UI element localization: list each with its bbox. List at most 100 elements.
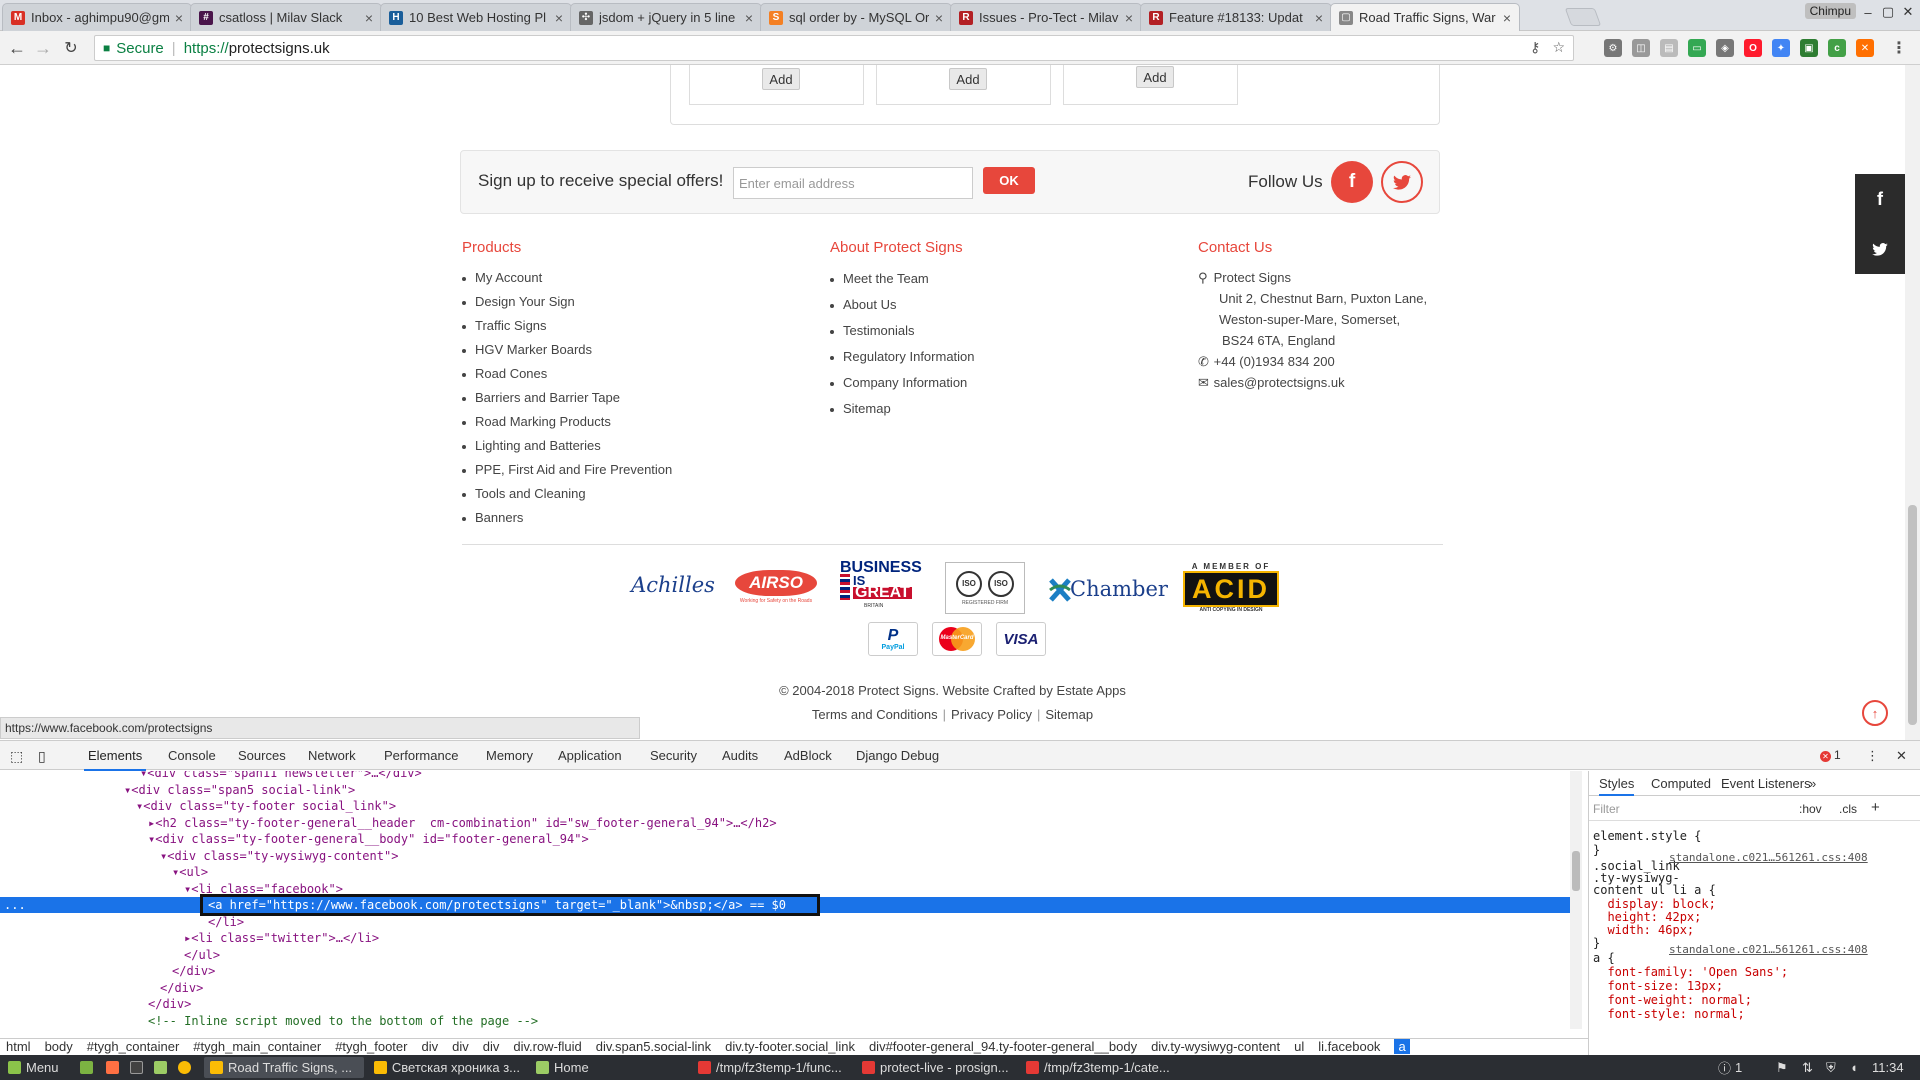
- elements-dom-tree[interactable]: ▾<div class="span11 newsletter">…</div> ▾…: [0, 771, 1570, 1029]
- footer-link-products[interactable]: Lighting and Batteries: [462, 434, 672, 458]
- dom-tree-line[interactable]: </div>: [0, 963, 1570, 979]
- dom-tree-line[interactable]: </div>: [0, 996, 1570, 1012]
- dom-breadcrumb-item[interactable]: li.facebook: [1318, 1039, 1380, 1054]
- forward-icon[interactable]: →: [32, 37, 54, 59]
- dom-tree-line[interactable]: ▾<div class="ty-wysiwyg-content">: [0, 848, 1570, 864]
- email-input[interactable]: Enter email address: [733, 167, 973, 199]
- dom-breadcrumb-item[interactable]: div.span5.social-link: [596, 1039, 711, 1054]
- node-actions-icon[interactable]: ...: [4, 897, 26, 913]
- elements-scrollbar-thumb[interactable]: [1572, 851, 1580, 891]
- extension-screenshot-icon[interactable]: ◫: [1632, 39, 1650, 57]
- close-tab-icon[interactable]: ×: [555, 10, 563, 26]
- footer-link-about[interactable]: Testimonials: [830, 318, 975, 344]
- minimize-icon[interactable]: –: [1858, 0, 1878, 24]
- taskbar-window-button[interactable]: Светская хроника з...: [368, 1057, 526, 1078]
- reload-icon[interactable]: ↻: [60, 37, 82, 59]
- devtools-tab[interactable]: Sources: [238, 748, 286, 763]
- footer-link-products[interactable]: Road Marking Products: [462, 410, 672, 434]
- clock[interactable]: 11:34: [1866, 1057, 1910, 1078]
- dom-tree-line[interactable]: ▾<div class="span5 social-link">: [0, 782, 1570, 798]
- extension-settings-icon[interactable]: ⚙: [1604, 39, 1622, 57]
- extension-css-icon[interactable]: c: [1828, 39, 1846, 57]
- chrome-menu-icon[interactable]: ⋮: [1890, 39, 1908, 57]
- legal-link[interactable]: Sitemap: [1045, 707, 1093, 722]
- footer-link-products[interactable]: HGV Marker Boards: [462, 338, 672, 362]
- style-source-link[interactable]: standalone.c021…561261.css:408: [1669, 851, 1868, 865]
- key-icon[interactable]: ⚷: [1530, 39, 1540, 56]
- dom-breadcrumb-item[interactable]: a: [1394, 1039, 1410, 1054]
- close-tab-icon[interactable]: ×: [745, 10, 753, 26]
- devtools-tab[interactable]: Network: [308, 748, 356, 763]
- style-rule-line[interactable]: font-weight: normal;: [1593, 993, 1752, 1007]
- style-rule-line[interactable]: font-family: 'Open Sans';: [1593, 965, 1788, 979]
- elements-scrollbar[interactable]: [1570, 771, 1582, 1029]
- devtools-tab[interactable]: Application: [558, 748, 622, 763]
- footer-link-about[interactable]: Meet the Team: [830, 266, 975, 292]
- style-rule-line[interactable]: font-size: 13px;: [1593, 979, 1723, 993]
- scroll-to-top-icon[interactable]: ↑: [1862, 700, 1888, 726]
- devtools-tab[interactable]: Console: [168, 748, 216, 763]
- footer-link-about[interactable]: Sitemap: [830, 396, 975, 422]
- dom-breadcrumb-item[interactable]: div.ty-wysiwyg-content: [1151, 1039, 1280, 1054]
- back-icon[interactable]: ←: [6, 37, 28, 59]
- page-scrollbar-thumb[interactable]: [1908, 505, 1917, 725]
- style-source-link[interactable]: standalone.c021…561261.css:408: [1669, 943, 1868, 957]
- contact-phone[interactable]: +44 (0)1934 834 200: [1214, 354, 1335, 369]
- close-tab-icon[interactable]: ×: [175, 10, 183, 26]
- dom-breadcrumb-item[interactable]: body: [45, 1039, 73, 1054]
- browser-tab[interactable]: M Inbox - aghimpu90@gm ×: [2, 3, 192, 31]
- hov-toggle[interactable]: :hov: [1799, 802, 1822, 816]
- bookmark-star-icon[interactable]: ☆: [1552, 39, 1565, 56]
- footer-link-products[interactable]: Traffic Signs: [462, 314, 672, 338]
- style-rule-line[interactable]: }: [1593, 936, 1600, 950]
- devtools-tab[interactable]: Security: [650, 748, 697, 763]
- dom-breadcrumb-item[interactable]: div.ty-footer.social_link: [725, 1039, 855, 1054]
- taskbar-window-button[interactable]: /tmp/fz3temp-1/func...: [692, 1057, 852, 1078]
- contact-email[interactable]: sales@protectsigns.uk: [1214, 375, 1345, 390]
- network-icon[interactable]: ⇅: [1796, 1057, 1819, 1078]
- dom-breadcrumb-item[interactable]: div: [421, 1039, 438, 1054]
- dom-breadcrumb-item[interactable]: div#footer-general_94.ty-footer-general_…: [869, 1039, 1137, 1054]
- footer-link-products[interactable]: Road Cones: [462, 362, 672, 386]
- styles-subtab[interactable]: Event Listeners: [1721, 776, 1811, 791]
- dom-tree-line[interactable]: ▾<ul>: [0, 864, 1570, 880]
- dom-breadcrumb-item[interactable]: ul: [1294, 1039, 1304, 1054]
- style-rule-line[interactable]: display: block;: [1593, 897, 1715, 911]
- styles-subtab[interactable]: »: [1809, 776, 1816, 791]
- side-facebook-icon[interactable]: f: [1855, 174, 1905, 224]
- close-window-icon[interactable]: ✕: [1898, 0, 1918, 24]
- close-tab-icon[interactable]: ×: [365, 10, 373, 26]
- extension-green-icon[interactable]: ▭: [1688, 39, 1706, 57]
- dom-tree-line[interactable]: </ul>: [0, 947, 1570, 963]
- style-rule-line[interactable]: content ul li a {: [1593, 883, 1716, 897]
- extension-store-icon[interactable]: ▣: [1800, 39, 1818, 57]
- extension-shield-icon[interactable]: ◈: [1716, 39, 1734, 57]
- devtools-tab[interactable]: Elements: [83, 748, 147, 771]
- footer-link-products[interactable]: Tools and Cleaning: [462, 482, 672, 506]
- devtools-tab[interactable]: Memory: [486, 748, 533, 763]
- dom-breadcrumb-item[interactable]: #tygh_footer: [335, 1039, 407, 1054]
- close-tab-icon[interactable]: ×: [1125, 10, 1133, 26]
- dom-breadcrumb-item[interactable]: #tygh_container: [87, 1039, 180, 1054]
- footer-link-about[interactable]: Regulatory Information: [830, 344, 975, 370]
- side-twitter-icon[interactable]: [1855, 224, 1905, 274]
- styles-subtab[interactable]: Computed: [1651, 776, 1711, 791]
- address-bar[interactable]: ■ Secure | https:// protectsigns.uk ⚷ ☆: [94, 35, 1574, 61]
- facebook-icon[interactable]: f: [1331, 161, 1373, 203]
- opera-icon[interactable]: O: [1744, 39, 1762, 57]
- footer-link-products[interactable]: My Account: [462, 266, 672, 290]
- dom-tree-line[interactable]: ▾<div class="ty-footer-general__body" id…: [0, 831, 1570, 847]
- dom-breadcrumb-item[interactable]: div.row-fluid: [513, 1039, 581, 1054]
- inspect-element-icon[interactable]: ⬚: [10, 748, 23, 765]
- styles-filter-input[interactable]: Filter: [1593, 802, 1620, 816]
- maximize-icon[interactable]: ▢: [1878, 0, 1898, 24]
- browser-tab[interactable]: ✣ jsdom + jQuery in 5 line ×: [570, 3, 762, 31]
- new-style-rule-icon[interactable]: +: [1871, 799, 1880, 816]
- style-rule-line[interactable]: width: 46px;: [1593, 923, 1694, 937]
- add-button[interactable]: Add: [762, 68, 800, 90]
- taskbar-window-button[interactable]: Home: [530, 1057, 688, 1078]
- browser-tab[interactable]: ▢ Road Traffic Signs, War ×: [1330, 3, 1520, 31]
- dom-tree-line[interactable]: ▾<div class="span11 newsletter">…</div>: [0, 771, 1570, 781]
- keyboard-flag-icon[interactable]: ⚑: [1770, 1057, 1794, 1078]
- devtools-menu-icon[interactable]: ⋮: [1866, 748, 1879, 764]
